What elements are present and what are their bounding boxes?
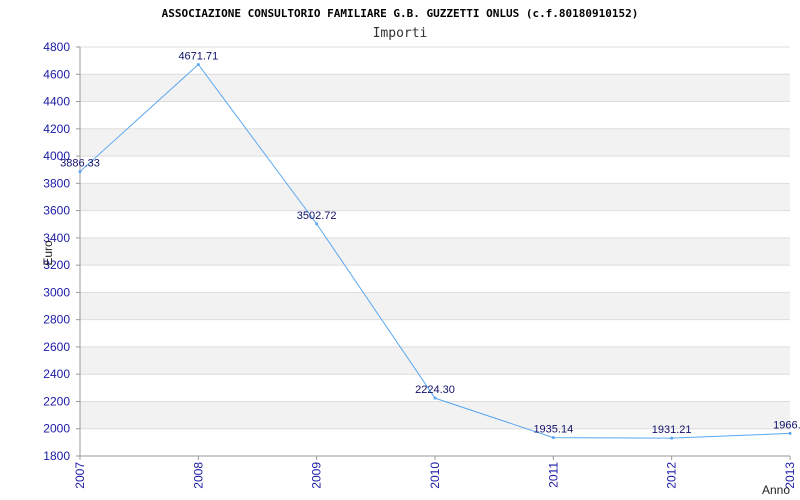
x-tick-label: 2007 — [73, 462, 87, 489]
data-label: 3502.72 — [297, 210, 337, 222]
data-point — [196, 62, 200, 66]
y-tick-label: 3000 — [43, 285, 70, 299]
grid-band — [80, 292, 790, 320]
grid-band — [80, 183, 790, 211]
y-tick-label: 1800 — [43, 449, 70, 463]
x-tick-label: 2008 — [191, 462, 205, 489]
x-tick-label: 2009 — [310, 462, 324, 489]
data-label: 1931.21 — [652, 424, 692, 436]
y-tick-label: 4400 — [43, 95, 70, 109]
y-axis-label: Euro — [41, 240, 55, 266]
chart: ASSOCIAZIONE CONSULTORIO FAMILIARE G.B. … — [41, 7, 800, 497]
y-tick-label: 4600 — [43, 67, 70, 81]
data-point — [788, 431, 792, 435]
grid-band — [80, 74, 790, 102]
y-tick-label: 3600 — [43, 204, 70, 218]
chart-title: ASSOCIAZIONE CONSULTORIO FAMILIARE G.B. … — [162, 7, 639, 20]
x-axis-label: Anno — [762, 483, 790, 497]
y-tick-label: 2000 — [43, 422, 70, 436]
data-point — [78, 170, 82, 174]
grid-band — [80, 128, 790, 157]
x-tick-label: 2012 — [665, 462, 679, 489]
data-label: 3886.33 — [60, 158, 100, 170]
x-tick-label: 2010 — [428, 462, 442, 489]
data-point — [551, 436, 555, 440]
plot-bands — [80, 74, 790, 429]
chart-subtitle: Importi — [373, 26, 428, 41]
data-label: 1935.14 — [533, 424, 573, 436]
grid-band — [80, 237, 790, 266]
data-point — [670, 436, 674, 440]
y-tick-label: 4800 — [43, 40, 70, 54]
y-tick-label: 4200 — [43, 122, 70, 136]
data-label: 2224.30 — [415, 384, 455, 396]
y-tick-label: 2400 — [43, 367, 70, 381]
data-label: 4671.71 — [178, 50, 218, 62]
x-tick-label: 2011 — [546, 462, 560, 488]
x-axis-ticks: 2007 2008 2009 2010 2011 2012 2013 — [73, 456, 797, 489]
data-point — [315, 222, 319, 226]
y-tick-label: 2600 — [43, 340, 70, 354]
data-point — [433, 396, 437, 400]
data-label: 1966.0 — [773, 419, 800, 431]
y-tick-label: 2200 — [43, 394, 70, 408]
grid-band — [80, 346, 790, 375]
y-tick-label: 2800 — [43, 313, 70, 327]
y-tick-label: 3800 — [43, 176, 70, 190]
